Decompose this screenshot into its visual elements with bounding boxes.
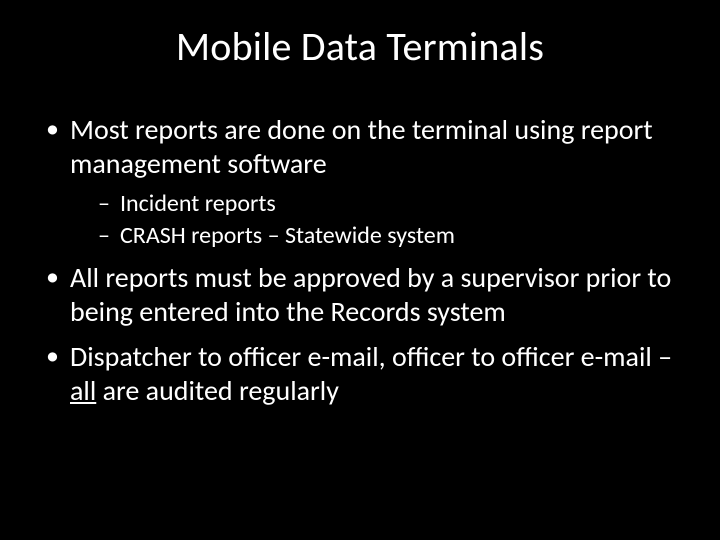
sub-bullet-list: Incident reports CRASH reports – Statewi… [70,189,680,251]
sub-bullet-text: Incident reports [120,189,276,218]
bullet-text-underline: all [70,373,96,408]
bullet-text: Most reports are done on the terminal us… [70,112,653,181]
bullet-text: All reports must be approved by a superv… [70,260,671,329]
sub-bullet-item: Incident reports [98,189,680,219]
bullet-text-pre: Dispatcher to officer e-mail, officer to… [70,339,672,374]
slide-title: Mobile Data Terminals [40,22,680,71]
bullet-item: Most reports are done on the terminal us… [40,113,680,251]
slide: Mobile Data Terminals Most reports are d… [0,0,720,540]
bullet-item: Dispatcher to officer e-mail, officer to… [40,340,680,408]
bullet-item: All reports must be approved by a superv… [40,261,680,329]
sub-bullet-item: CRASH reports – Statewide system [98,221,680,251]
sub-bullet-text: CRASH reports – Statewide system [120,221,455,250]
bullet-list: Most reports are done on the terminal us… [40,113,680,408]
bullet-text-post: are audited regularly [96,373,339,408]
